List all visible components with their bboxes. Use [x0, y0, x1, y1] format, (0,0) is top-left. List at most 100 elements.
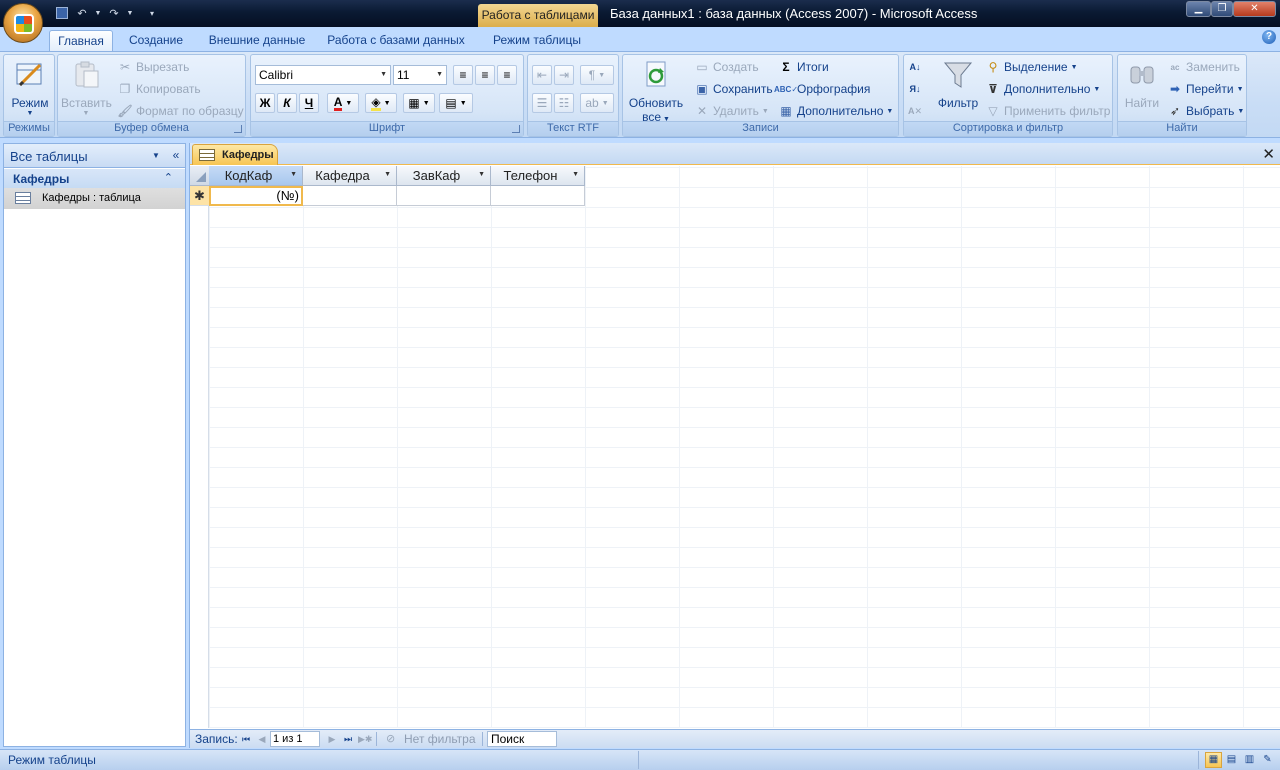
save-record-button[interactable]: ▣ Сохранить — [695, 80, 772, 98]
redo-dropdown-icon[interactable]: ▼ — [126, 5, 134, 21]
gridlines-button[interactable]: ▦ ▼ — [403, 93, 435, 113]
save-icon[interactable] — [54, 5, 70, 21]
pivot-chart-view-icon[interactable]: ▥ — [1241, 752, 1258, 768]
chevron-down-icon[interactable]: ▼ — [478, 171, 485, 178]
decrease-indent-icon[interactable]: ⇤ — [532, 65, 552, 85]
cell-kafedra-new[interactable] — [303, 186, 397, 206]
highlight-icon[interactable]: ab ▼ — [580, 93, 614, 113]
datasheet-view-icon[interactable]: ▦ — [1205, 752, 1222, 768]
pivot-table-view-icon[interactable]: ▤ — [1223, 752, 1240, 768]
column-header-zavkaf[interactable]: ЗавКаф ▼ — [397, 166, 491, 186]
undo-dropdown-icon[interactable]: ▼ — [94, 5, 102, 21]
font-color-button[interactable]: A ▼ — [327, 93, 359, 113]
customize-qat-icon[interactable]: ▾ — [144, 5, 160, 21]
sort-ascending-button[interactable]: A↓ — [908, 58, 926, 76]
paste-button[interactable]: Вставить ▼ — [61, 59, 112, 117]
help-icon[interactable]: ? — [1262, 30, 1276, 44]
next-record-icon[interactable]: ▶ — [326, 732, 338, 746]
nav-pane-header[interactable]: Все таблицы ▼ « — [4, 144, 185, 168]
align-left-icon[interactable]: ≡ — [453, 65, 473, 85]
tab-datasheet[interactable]: Режим таблицы — [484, 30, 590, 51]
font-size-combo[interactable]: 11 ▼ — [393, 65, 447, 85]
copy-button[interactable]: ❐ Копировать — [118, 80, 201, 98]
filter-button[interactable]: Фильтр — [936, 59, 980, 110]
chevron-up-icon[interactable]: ⌃ — [164, 171, 173, 184]
replace-button[interactable]: ac Заменить — [1168, 58, 1240, 76]
design-view-icon[interactable]: ✎ — [1259, 752, 1276, 768]
cut-button[interactable]: ✂ Вырезать — [118, 58, 189, 76]
numbered-list-icon[interactable]: ☰ — [532, 93, 552, 113]
italic-button[interactable]: К — [277, 93, 297, 113]
new-record-nav-icon[interactable]: ▶✱ — [358, 732, 372, 746]
tab-database-tools[interactable]: Работа с базами данных — [322, 30, 470, 51]
table-icon — [15, 192, 31, 204]
cell-telefon-new[interactable] — [491, 186, 585, 206]
navigation-pane: Все таблицы ▼ « Кафедры ⌃ Кафедры : табл… — [3, 143, 186, 747]
fill-color-button[interactable]: ◈ ▼ — [365, 93, 397, 113]
chevron-down-icon[interactable]: ▼ — [290, 171, 297, 178]
undo-icon[interactable]: ↶ — [74, 5, 90, 21]
delete-record-button[interactable]: ✕ Удалить ▼ — [695, 102, 769, 120]
clear-sort-button[interactable]: A✕ — [908, 102, 926, 120]
datasheet-grid[interactable]: ✱ КодКаф ▼ Кафедра ▼ ЗавКаф ▼ Телефон ▼ (№) — [190, 166, 1280, 728]
selection-button[interactable]: ⚲ Выделение ▼ — [986, 58, 1078, 76]
close-button[interactable]: ✕ — [1233, 1, 1276, 17]
minimize-button[interactable]: ▁ — [1186, 1, 1211, 17]
chevron-down-icon[interactable]: ▼ — [384, 171, 391, 178]
column-header-kafedra[interactable]: Кафедра ▼ — [303, 166, 397, 186]
sort-descending-button[interactable]: Я↓ — [908, 80, 926, 98]
column-header-kodkaf[interactable]: КодКаф ▼ — [209, 166, 303, 186]
office-button[interactable] — [3, 3, 43, 43]
bulleted-list-icon[interactable]: ☷ — [554, 93, 574, 113]
mode-button[interactable]: Режим ▼ — [7, 59, 53, 117]
tab-external-data[interactable]: Внешние данные — [202, 30, 312, 51]
first-record-icon[interactable]: ⏮ — [240, 732, 252, 746]
font-name-combo[interactable]: Calibri ▼ — [255, 65, 391, 85]
totals-button[interactable]: Σ Итоги — [779, 58, 828, 76]
new-record-icon: ▭ — [696, 60, 708, 74]
more-records-button[interactable]: ▦ Дополнительно ▼ — [779, 102, 893, 120]
chevron-down-icon: ▼ — [345, 99, 353, 107]
tab-home[interactable]: Главная — [49, 30, 113, 51]
last-record-icon[interactable]: ⏭ — [342, 732, 354, 746]
underline-button[interactable]: Ч — [299, 93, 319, 113]
collapse-pane-icon[interactable]: « — [168, 147, 184, 163]
document-tab[interactable]: Кафедры — [192, 144, 278, 165]
align-right-icon[interactable]: ≡ — [497, 65, 517, 85]
current-record-input[interactable]: 1 из 1 — [270, 731, 320, 747]
advanced-filter-button[interactable]: ⊽ Дополнительно ▼ — [986, 80, 1100, 98]
redo-icon[interactable]: ↷ — [106, 5, 122, 21]
new-record-button[interactable]: ▭ Создать — [695, 58, 758, 76]
clipboard-dialog-launcher-icon[interactable] — [234, 125, 242, 133]
new-record-marker[interactable]: ✱ — [190, 186, 209, 206]
apply-filter-button[interactable]: ▽ Применить фильтр — [986, 102, 1110, 120]
column-header-telefon[interactable]: Телефон ▼ — [491, 166, 585, 186]
chevron-down-icon[interactable]: ▼ — [572, 171, 579, 178]
nav-group-header[interactable]: Кафедры ⌃ — [4, 169, 185, 188]
close-document-icon[interactable]: ✕ — [1262, 145, 1275, 163]
goto-button[interactable]: ➡ Перейти ▼ — [1168, 80, 1244, 98]
window-title: База данных1 : база данных (Access 2007)… — [610, 6, 978, 21]
cell-kodkaf-new[interactable]: (№) — [209, 186, 303, 206]
cell-zavkaf-new[interactable] — [397, 186, 491, 206]
refresh-all-button[interactable]: Обновить все ▼ — [625, 59, 687, 124]
previous-record-icon[interactable]: ◀ — [256, 732, 268, 746]
chevron-down-icon[interactable]: ▼ — [149, 149, 163, 163]
increase-indent-icon[interactable]: ⇥ — [554, 65, 574, 85]
select-all-corner[interactable] — [190, 166, 209, 186]
alternate-fill-button[interactable]: ▤ ▼ — [439, 93, 473, 113]
paragraph-direction-icon[interactable]: ¶ ▼ — [580, 65, 614, 85]
tab-create[interactable]: Создание — [122, 30, 190, 51]
maximize-button[interactable]: ❐ — [1211, 1, 1233, 17]
font-dialog-launcher-icon[interactable] — [512, 125, 520, 133]
align-center-icon[interactable]: ≡ — [475, 65, 495, 85]
search-input[interactable]: Поиск — [487, 731, 557, 747]
format-painter-button[interactable]: 🖌 Формат по образцу — [117, 102, 243, 120]
spelling-button[interactable]: ABC✓ Орфография — [774, 80, 870, 98]
find-button[interactable]: Найти — [1122, 59, 1162, 110]
bold-button[interactable]: Ж — [255, 93, 275, 113]
nav-item-table[interactable]: Кафедры : таблица — [4, 188, 185, 209]
nav-pane-title[interactable]: Все таблицы — [10, 149, 88, 164]
select-button[interactable]: ➶ Выбрать ▼ — [1168, 102, 1244, 120]
filter-status-label[interactable]: Нет фильтра — [404, 732, 476, 746]
